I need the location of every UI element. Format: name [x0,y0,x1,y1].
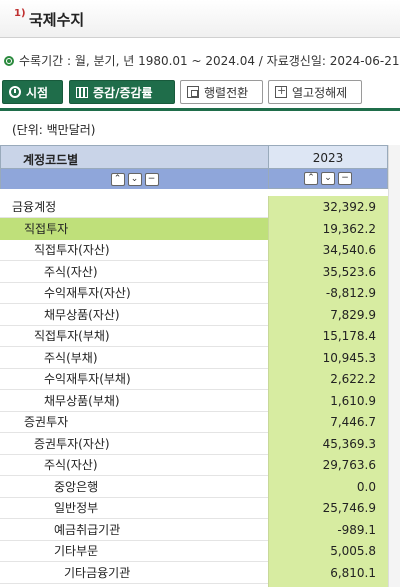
chart-icon [76,86,88,98]
row-value: 32,392.9 [268,196,388,218]
bullet-icon [4,56,14,66]
row-label: 수익재투자(부채) [44,372,131,386]
column-header-2023[interactable]: 2023 [268,145,388,169]
row-value: -989.1 [268,518,388,541]
change-rate-button[interactable]: 증감/증감률 [69,80,175,104]
table-row[interactable]: 예금취급기관 -989.1 [0,518,388,541]
table-row[interactable]: 수익재투자(부채) 2,622.2 [0,368,388,390]
table-row[interactable]: 기타금융기관 6,810.1 [0,561,388,584]
row-value: 7,829.9 [268,303,388,326]
row-value: 2,622.2 [268,368,388,390]
row-value: -8,812.9 [268,282,388,304]
pivot-button-label: 행렬전환 [204,85,249,100]
row-label: 예금취급기관 [54,522,121,537]
row-label: 증권투자(자산) [34,436,110,451]
pivot-button[interactable]: 행렬전환 [180,80,263,104]
row-value: 10,945.3 [268,346,388,369]
title-bar: 1) 국제수지 [0,0,400,38]
table-row[interactable]: 주식(자산) 29,763.6 [0,454,388,476]
row-value: 35,523.6 [268,260,388,283]
row-label: 증권투자 [24,415,69,429]
unit-label: (단위: 백만달러) [12,123,96,137]
row-label: 주식(자산) [44,458,98,472]
row-label: 비금융기업등 [0,583,268,587]
unfix-button-label: 열고정해제 [292,85,348,100]
change-rate-button-label: 증감/증감률 [93,85,153,100]
row-label: 주식(자산) [44,264,98,279]
table-row[interactable]: 중앙은행 0.0 [0,475,388,498]
table-row[interactable]: 금융계정 32,392.9 [0,196,388,218]
title-number: 1) [14,8,26,19]
table-row[interactable]: 주식(부채) 10,945.3 [0,346,388,369]
vertical-scrollbar[interactable] [388,145,400,587]
row-label: 채무상품(부채) [44,393,120,408]
row-label: 주식(부채) [44,350,98,365]
row-value: 7,446.7 [268,411,388,433]
page-title: 국제수지 [29,11,85,29]
row-label: 일반정부 [54,501,99,515]
toolbar-divider [0,108,400,111]
row-label: 기타부문 [54,544,99,558]
row-label: 직접투자(자산) [34,243,110,257]
time-button[interactable]: 시점 [2,80,63,104]
time-button-label: 시점 [26,85,49,100]
column-sort-controls: ⌃ ⌄ − [268,169,388,189]
row-value: 15,178.4 [268,325,388,347]
row-label: 금융계정 [12,200,57,214]
row-sort-controls: ⌃ ⌄ − [0,169,268,189]
table-row[interactable]: 직접투자(부채) 15,178.4 [0,325,388,347]
table-row[interactable]: 직접투자(자산) 34,540.6 [0,239,388,261]
row-value: 0.0 [268,475,388,498]
clipped-row [0,189,388,196]
table-row[interactable]: 주식(자산) 35,523.6 [0,260,388,283]
info-text: 수록기간 : 월, 분기, 년 1980.01 ~ 2024.04 / 자료갱신… [19,54,400,68]
row-value: 1,610.9 [268,389,388,412]
row-value: 5,005.8 [268,540,388,562]
unfix-columns-button[interactable]: 열고정해제 [268,80,362,104]
data-grid: 계정코드별 2023 ⌃ ⌄ − ⌃ ⌄ − 금융계정 32,392.9 직접투자 1… [0,145,400,587]
pivot-icon [187,86,199,98]
clock-icon [9,86,21,98]
col-sort-up-button[interactable]: ⌃ [304,172,318,185]
row-label: 직접투자 [0,217,268,240]
table-row[interactable]: 증권투자 7,446.7 [0,411,388,433]
row-label: 중앙은행 [54,479,99,494]
table-row[interactable]: 증권투자(자산) 45,369.3 [0,432,388,455]
col-collapse-button[interactable]: − [338,172,352,185]
table-row[interactable]: 수익재투자(자산) -8,812.9 [0,282,388,304]
row-label: 기타금융기관 [64,565,131,580]
row-value: 34,540.6 [268,239,388,261]
row-value: -1,804.3 [268,583,388,587]
row-label: 수익재투자(자산) [44,286,131,300]
table-row[interactable]: 채무상품(부채) 1,610.9 [0,389,388,412]
sort-down-button[interactable]: ⌄ [127,172,142,186]
table-row[interactable]: 기타부문 5,005.8 [0,540,388,562]
sort-up-button[interactable]: ⌃ [110,172,125,186]
row-value: 29,763.6 [268,454,388,476]
table-row[interactable]: 채무상품(자산) 7,829.9 [0,303,388,326]
toolbar: 시점 증감/증감률 행렬전환 열고정해제 [0,80,400,106]
row-value: 25,746.9 [268,497,388,519]
row-value: 45,369.3 [268,432,388,455]
table-row[interactable]: 일반정부 25,746.9 [0,497,388,519]
row-value: 19,362.2 [268,217,388,240]
info-line: 수록기간 : 월, 분기, 년 1980.01 ~ 2024.04 / 자료갱신… [4,52,400,68]
row-label: 직접투자(부채) [34,329,110,343]
row-label: 채무상품(자산) [44,307,120,322]
collapse-button[interactable]: − [144,172,159,186]
row-header: 계정코드별 [0,145,268,169]
table-row[interactable]: 직접투자 19,362.2 [0,217,388,240]
table-row[interactable]: 비금융기업등-1,804.3 [0,583,388,587]
row-value: 6,810.1 [268,561,388,584]
unfix-icon [275,84,287,98]
col-sort-down-button[interactable]: ⌄ [321,172,335,185]
